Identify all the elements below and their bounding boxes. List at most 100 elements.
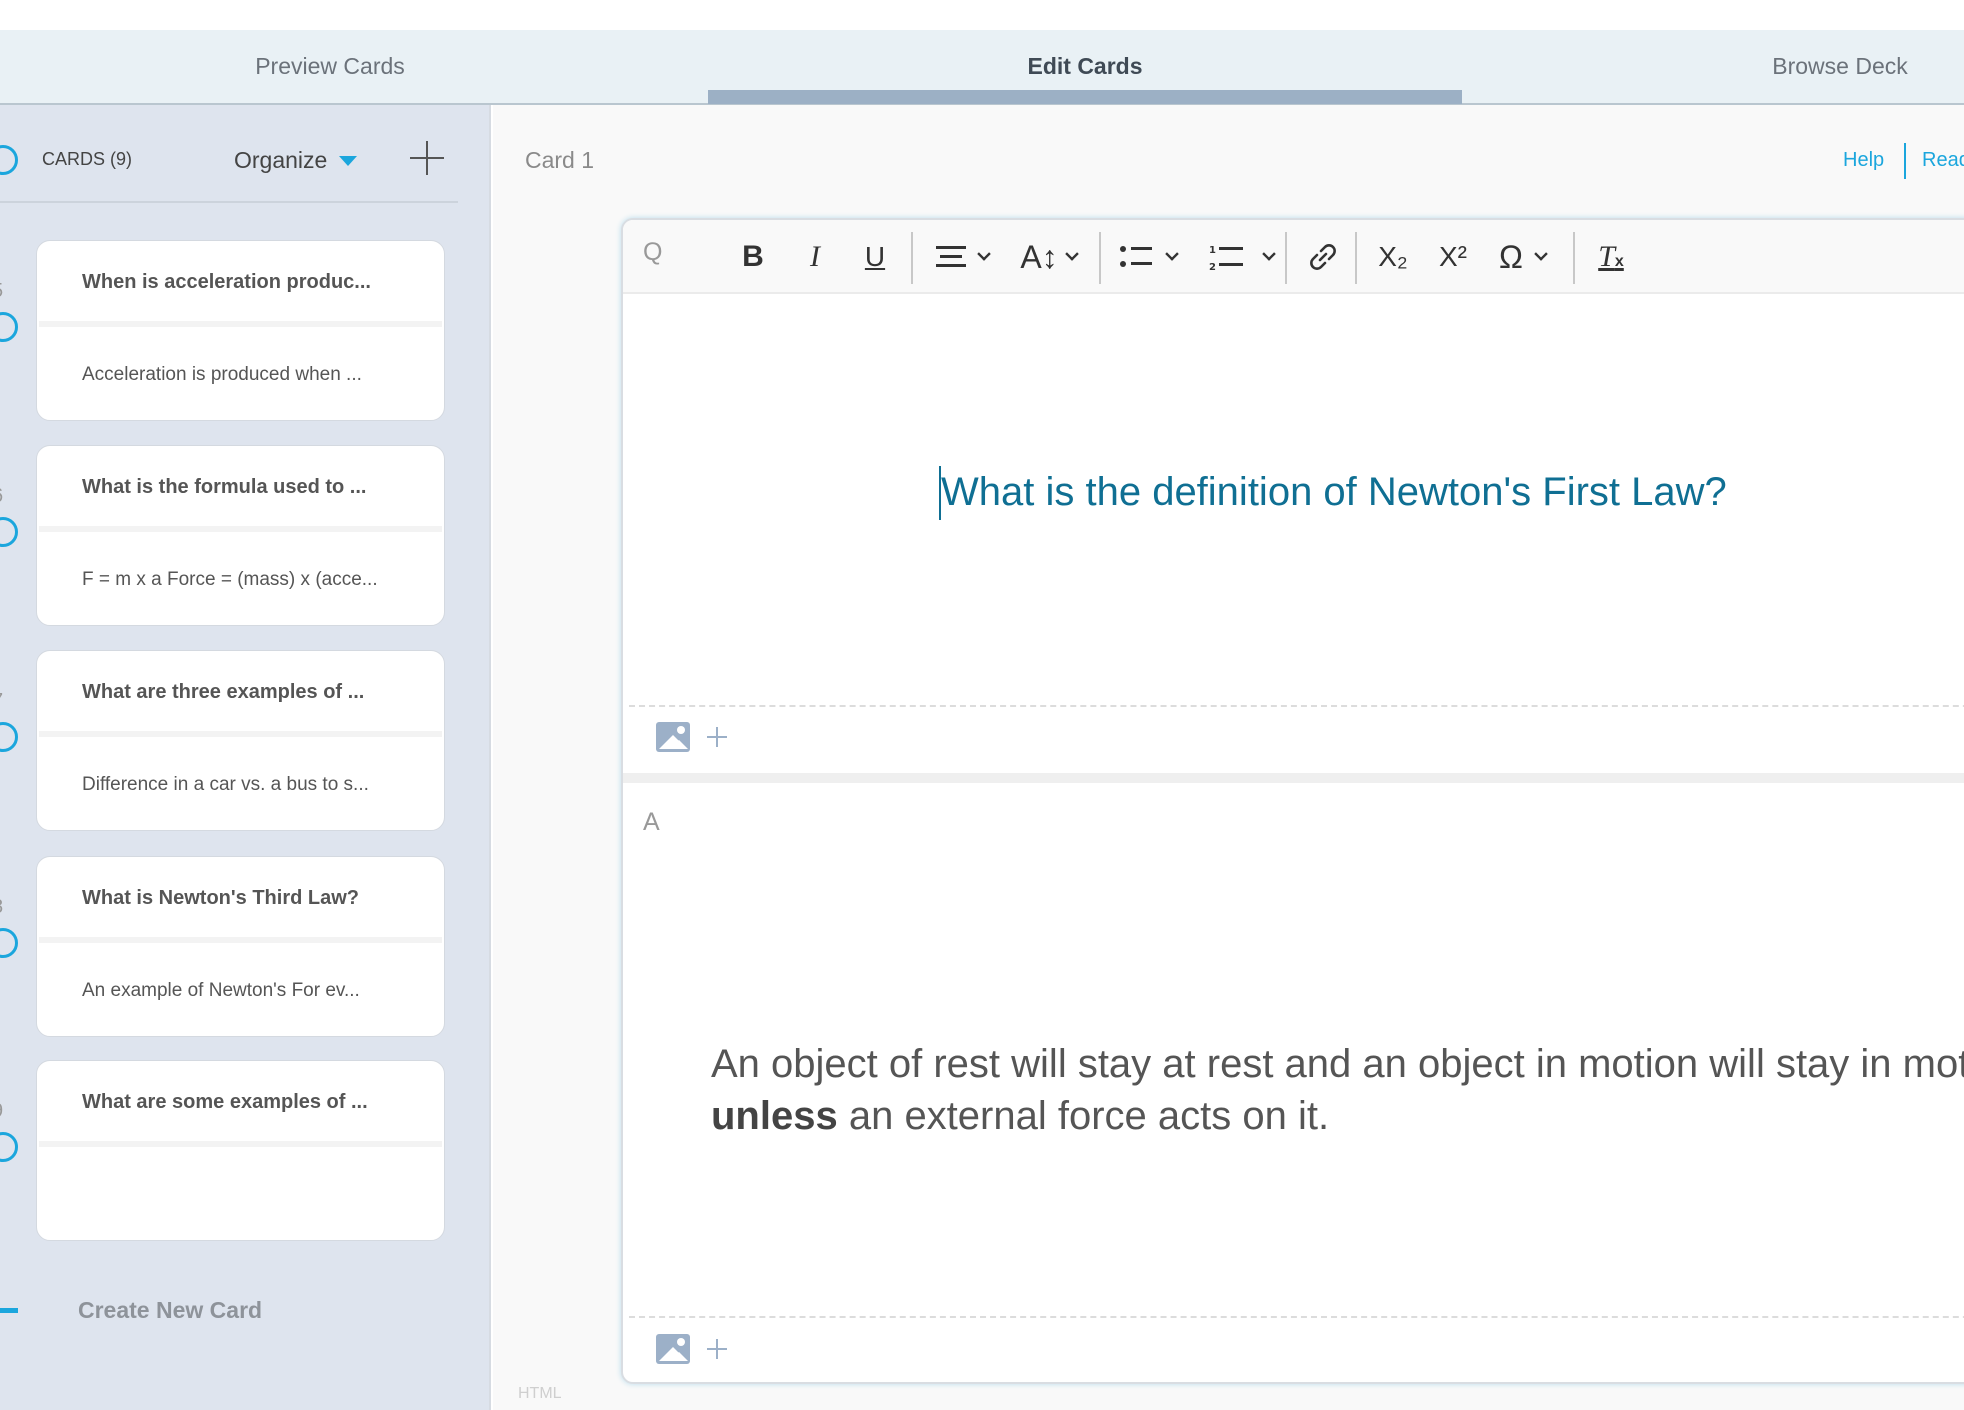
card-question: What is the formula used to ... — [82, 475, 367, 498]
answer-text-part: an external force acts on it. — [837, 1094, 1330, 1138]
tab-bar: Preview Cards Edit Cards Browse Deck — [0, 30, 1964, 105]
toolbar-separator — [1573, 232, 1575, 284]
card-preview[interactable]: What are some examples of ... — [36, 1060, 445, 1241]
card-title: Card 1 — [525, 147, 595, 173]
create-new-card-button[interactable]: Create New Card — [0, 1290, 262, 1330]
card-answer: F = m x a Force = (mass) x (acce... — [82, 568, 378, 590]
card-number: 8 — [0, 896, 3, 919]
card-list-item: 8 What is Newton's Third Law? An example… — [0, 856, 458, 1037]
subscript-icon: X₂ — [1378, 241, 1408, 272]
qa-separator — [623, 773, 1964, 783]
organize-label: Organize — [234, 147, 328, 173]
answer-input[interactable]: An object of rest will stay at rest and … — [623, 783, 1964, 1313]
bullet-list-icon — [1120, 246, 1152, 267]
card-answer: Acceleration is produced when ... — [82, 363, 362, 385]
card-preview[interactable]: What are three examples of ... Differenc… — [36, 650, 445, 831]
bold-button[interactable]: B — [733, 238, 773, 276]
card-list-item: 6 What is the formula used to ... F = m … — [0, 445, 458, 626]
italic-icon: I — [810, 240, 820, 273]
answer-divider — [629, 1316, 1964, 1318]
ready-link[interactable]: Read — [1922, 149, 1964, 172]
question-input[interactable]: What is the definition of Newton's First… — [623, 294, 1964, 746]
add-image-button-question[interactable] — [656, 722, 690, 752]
link-icon — [1310, 244, 1336, 270]
toolbar-separator — [1355, 232, 1357, 284]
organize-dropdown[interactable]: Organize — [234, 147, 358, 174]
card-answer: Difference in a car vs. a bus to s... — [82, 773, 369, 795]
card-list-item: 5 When is acceleration produc... Acceler… — [0, 240, 458, 421]
answer-text: An object of rest will stay at rest and … — [711, 1038, 1964, 1142]
card-select-radio[interactable] — [0, 517, 18, 547]
chevron-down-icon — [1534, 247, 1548, 261]
card-select-radio[interactable] — [0, 1132, 18, 1162]
card-select-radio[interactable] — [0, 928, 18, 958]
superscript-button[interactable]: X² — [1429, 238, 1477, 276]
card-question: When is acceleration produc... — [82, 270, 371, 293]
card-editor: Q B I U A↕ 12 X₂ X² Ω Tx What is the def… — [621, 218, 1964, 1384]
card-question: What are three examples of ... — [82, 680, 365, 703]
card-number: 7 — [0, 690, 3, 713]
svg-text:2: 2 — [1209, 262, 1216, 271]
question-marker: Q — [643, 238, 663, 266]
add-media-plus-icon[interactable] — [707, 727, 727, 747]
font-size-icon: A↕ — [1020, 238, 1058, 275]
card-preview[interactable]: When is acceleration produc... Accelerat… — [36, 240, 445, 421]
bullet-list-dropdown[interactable] — [1111, 238, 1187, 276]
card-editor-pane: Card 1 Help Read Q B I U A↕ 12 — [493, 105, 1964, 1410]
tab-browse-deck[interactable]: Browse Deck — [1510, 30, 1964, 103]
card-preview[interactable]: What is the formula used to ... F = m x … — [36, 445, 445, 626]
align-dropdown[interactable] — [925, 238, 1001, 276]
plus-icon — [0, 1295, 18, 1325]
active-tab-indicator — [708, 90, 1462, 104]
answer-text-part: An object of rest will stay at rest and … — [711, 1042, 1964, 1086]
toolbar-separator — [1099, 232, 1101, 284]
card-select-radio[interactable] — [0, 312, 18, 342]
bold-icon: B — [742, 240, 764, 273]
sidebar-header: CARDS (9) Organize — [0, 105, 458, 203]
card-preview[interactable]: What is Newton's Third Law? An example o… — [36, 856, 445, 1037]
formatting-toolbar: Q B I U A↕ 12 X₂ X² Ω Tx — [623, 220, 1964, 294]
underline-button[interactable]: U — [855, 238, 895, 276]
card-number: 5 — [0, 280, 3, 303]
add-card-plus-icon[interactable] — [410, 141, 444, 175]
subscript-button[interactable]: X₂ — [1369, 238, 1417, 276]
card-select-radio[interactable] — [0, 722, 18, 752]
chevron-down-icon — [1064, 247, 1079, 261]
card-list-item: 7 What are three examples of ... Differe… — [0, 650, 458, 831]
special-character-dropdown[interactable]: Ω — [1487, 238, 1559, 276]
image-icon-mountain — [670, 1352, 688, 1361]
link-button[interactable] — [1303, 238, 1343, 276]
card-answer: An example of Newton's For ev... — [82, 979, 360, 1001]
chevron-down-icon — [1165, 247, 1179, 261]
answer-text-bold: unless — [711, 1094, 838, 1138]
toolbar-separator — [911, 232, 913, 284]
card-question: What are some examples of ... — [82, 1090, 368, 1113]
numbered-list-dropdown[interactable]: 12 — [1201, 238, 1283, 276]
html-mode-toggle[interactable]: HTML — [518, 1385, 562, 1403]
clear-formatting-button[interactable]: Tx — [1589, 238, 1633, 276]
question-text: What is the definition of Newton's First… — [941, 470, 1727, 514]
italic-button[interactable]: I — [795, 238, 835, 276]
toolbar-separator — [1285, 232, 1287, 284]
tab-preview-cards[interactable]: Preview Cards — [0, 30, 660, 103]
svg-text:1: 1 — [1209, 245, 1216, 256]
cards-count: CARDS (9) — [42, 149, 133, 169]
help-link[interactable]: Help — [1843, 149, 1884, 172]
chevron-down-icon — [977, 247, 991, 261]
card-list-sidebar: CARDS (9) Organize 5 When is acceleratio… — [0, 105, 491, 1410]
link-separator — [1904, 143, 1906, 179]
chevron-down-icon — [1262, 247, 1276, 261]
card-number: 6 — [0, 485, 3, 508]
select-all-radio[interactable] — [0, 145, 18, 175]
add-image-button-answer[interactable] — [656, 1334, 690, 1364]
superscript-icon: X² — [1439, 241, 1467, 272]
add-media-plus-icon[interactable] — [707, 1339, 727, 1359]
card-number: 9 — [0, 1100, 3, 1123]
omega-icon: Ω — [1499, 238, 1523, 275]
underline-icon: U — [864, 241, 886, 272]
image-icon — [677, 726, 685, 734]
font-size-dropdown[interactable]: A↕ — [1013, 238, 1085, 276]
question-divider — [629, 705, 1964, 707]
clear-formatting-icon: Tx — [1598, 240, 1624, 273]
card-question: What is Newton's Third Law? — [82, 886, 359, 909]
